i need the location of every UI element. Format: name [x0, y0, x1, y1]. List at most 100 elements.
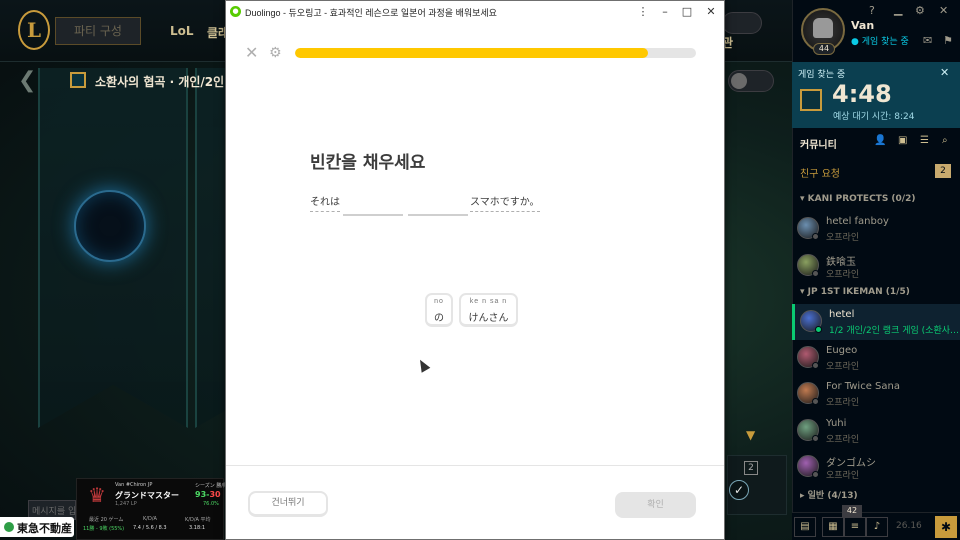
friend-item[interactable]: ダンゴムシ 오프라인: [792, 449, 960, 485]
profile-status: ● 게임 찾는 중: [851, 37, 909, 47]
community-label: 커뮤니티: [800, 140, 837, 151]
prompt-text-start[interactable]: それは: [310, 193, 340, 212]
search-icon[interactable]: ⌕: [942, 135, 948, 146]
widget-recent-label: 最近 20 ゲーム: [89, 517, 124, 523]
list-icon[interactable]: ☰: [920, 135, 929, 146]
back-arrow-icon[interactable]: ❮: [18, 68, 36, 93]
friend-requests-label[interactable]: 친구 요청: [800, 165, 840, 180]
status-dot: [812, 398, 819, 405]
chevron-down-icon[interactable]: ▼: [746, 428, 755, 442]
prompt-text-end[interactable]: スマホですか。: [470, 193, 540, 212]
widget-kda-value: 7.4 / 5.6 / 8.3: [133, 525, 167, 531]
footer-divider: [226, 465, 724, 466]
friend-item[interactable]: 鉄喰玉 오프라인: [792, 248, 960, 284]
queue-mode-icon: [70, 72, 86, 88]
social-bottom-bar: ▤ ▦ 42 ≡ ♪ 26.16 ✱: [792, 505, 960, 540]
clash-icon[interactable]: ▦: [822, 517, 844, 537]
duolingo-app-icon: ●: [230, 6, 241, 17]
sponsor-text: 東急不動産: [17, 522, 72, 535]
widget-win-loss: 93-30: [195, 490, 221, 499]
friend-name: hetel: [829, 309, 855, 320]
group-general[interactable]: ▸ 일반 (4/13): [800, 488, 858, 501]
tile-word: の: [434, 313, 444, 324]
widget-recent-value: 11勝 - 9敗 (55%): [83, 526, 125, 532]
challenge-heading: 빈칸을 채우세요: [310, 153, 426, 173]
minimize-icon[interactable]: ▁: [894, 3, 902, 16]
helmet-icon: [813, 18, 833, 38]
window-titlebar[interactable]: ● Duolingo - 듀오링고 - 효과적인 레슨으로 일본어 과정을 배워…: [226, 1, 724, 23]
friend-status: 오프라인: [826, 471, 860, 481]
queue-toggle[interactable]: [728, 70, 774, 92]
friend-name: ダンゴムシ: [826, 458, 876, 469]
queue-estimate: 예상 대기 시간: 8:24: [833, 112, 915, 122]
summoner-orb: [74, 190, 146, 262]
friend-name: For Twice Sana: [826, 381, 900, 392]
friend-item[interactable]: Eugeo 오프라인: [792, 340, 960, 376]
friend-item[interactable]: hetel fanboy 오프라인: [792, 211, 960, 247]
status-dot: [812, 471, 819, 478]
profile-name: Van: [851, 19, 875, 32]
friend-status: 오프라인: [826, 398, 860, 408]
checkmark-icon[interactable]: ✓: [729, 480, 749, 500]
community-bar: 커뮤니티 👤 ▣ ☰ ⌕: [792, 128, 960, 156]
group-kani-protects[interactable]: ▾ KANI PROTECTS (0/2): [800, 194, 915, 204]
queue-status-box: 게임 찾는 중 ✕ 4:48 예상 대기 시간: 8:24: [792, 62, 960, 128]
lesson-close-icon[interactable]: ✕: [245, 45, 258, 61]
profile-level: 44: [813, 43, 835, 55]
voice-icon[interactable]: ≡: [844, 517, 866, 537]
word-tile[interactable]: no の: [425, 293, 453, 327]
tile-romaji: ke n sa n: [469, 298, 508, 305]
skip-button[interactable]: 건너뛰기: [248, 491, 328, 517]
nav-lol[interactable]: LoL: [170, 24, 194, 38]
maximize-window-button[interactable]: □: [676, 3, 698, 21]
friend-status: 오프라인: [826, 362, 860, 372]
close-window-button[interactable]: ✕: [700, 3, 722, 21]
friend-status: 오프라인: [826, 435, 860, 445]
sponsor-tag: 東急不動産: [0, 517, 74, 537]
lesson-progress-bar: [295, 48, 696, 58]
lesson-progress-fill: [295, 48, 648, 58]
tile-word: けんさん: [468, 313, 509, 324]
status-dot: [812, 233, 819, 240]
mission-icon[interactable]: ⚑: [943, 34, 953, 47]
help-icon[interactable]: ?: [869, 4, 875, 17]
friend-item[interactable]: For Twice Sana 오프라인: [792, 376, 960, 412]
friend-name: 鉄喰玉: [826, 257, 856, 268]
more-options-icon[interactable]: ⋮: [632, 3, 654, 21]
lesson-settings-icon[interactable]: ⚙: [269, 45, 282, 61]
bug-report-icon[interactable]: ✱: [935, 516, 957, 538]
answer-blank-1[interactable]: [343, 214, 403, 216]
group-jp-ikeman[interactable]: ▾ JP 1ST IKEMAN (1/5): [800, 287, 910, 297]
friend-status: 오프라인: [826, 270, 860, 280]
mic-icon[interactable]: ♪: [866, 517, 888, 537]
chat-icon[interactable]: ▤: [794, 517, 816, 537]
gear-icon[interactable]: ⚙: [915, 4, 925, 17]
sponsor-logo-icon: [4, 522, 14, 532]
mouse-cursor-icon: [415, 357, 431, 373]
notification-icon[interactable]: ✉: [923, 34, 932, 47]
friend-name: Eugeo: [826, 345, 858, 356]
check-button[interactable]: 확인: [615, 492, 696, 518]
queue-icon: [800, 89, 822, 111]
answer-blank-2[interactable]: [408, 214, 468, 216]
top-search-pill[interactable]: [722, 12, 762, 34]
party-button[interactable]: 파티 구성: [55, 17, 141, 45]
add-folder-icon[interactable]: ▣: [898, 135, 907, 146]
friend-item[interactable]: Yuhi 오프라인: [792, 413, 960, 449]
lol-logo[interactable]: L: [18, 10, 50, 50]
friend-status: 1/2 개인/2인 랭크 게임 (소환사의 협곡): [829, 326, 959, 336]
queue-label: 게임 찾는 중: [798, 70, 846, 80]
add-friend-icon[interactable]: 👤: [874, 135, 886, 146]
queue-cancel-icon[interactable]: ✕: [940, 66, 949, 79]
queue-timer: 4:48: [832, 80, 892, 108]
status-dot: [815, 326, 822, 333]
minimize-window-button[interactable]: –: [654, 3, 676, 21]
friend-item-active[interactable]: hetel 1/2 개인/2인 랭크 게임 (소환사의 협곡): [792, 304, 960, 340]
widget-kda-avg-value: 3.18:1: [189, 525, 205, 531]
word-tile[interactable]: ke n sa n けんさん: [459, 293, 518, 327]
duolingo-window: ● Duolingo - 듀오링고 - 효과적인 레슨으로 일본어 과정을 배워…: [225, 0, 725, 540]
panel-count-badge: 2: [744, 461, 758, 475]
friend-name: hetel fanboy: [826, 216, 889, 227]
stream-rank-widget: ♛ Van #Chiron JP グランドマスター 1,247 LP シーズン …: [76, 478, 228, 540]
close-icon[interactable]: ✕: [939, 4, 948, 17]
